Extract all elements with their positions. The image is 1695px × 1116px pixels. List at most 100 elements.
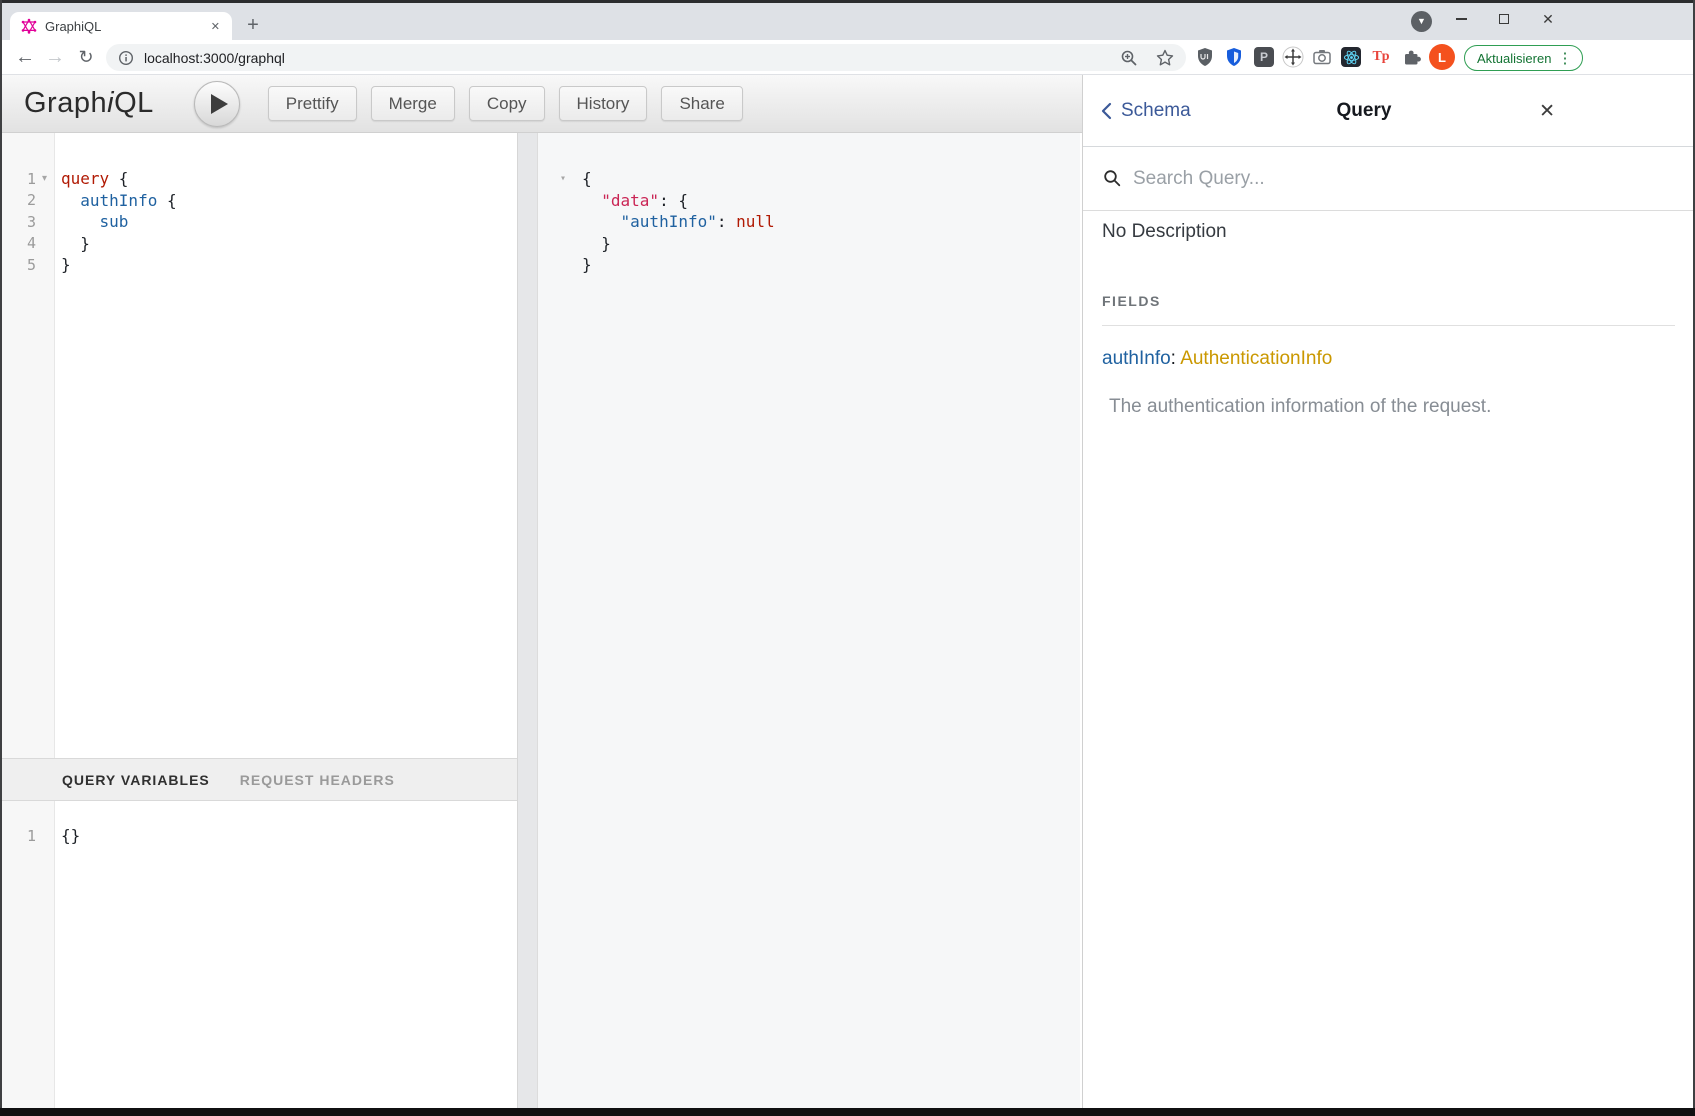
tab-query-variables[interactable]: QUERY VARIABLES	[62, 772, 210, 788]
doc-field-name[interactable]: authInfo	[1102, 348, 1171, 369]
move-extension-icon[interactable]	[1280, 40, 1306, 74]
gutter-row: 4	[0, 233, 54, 255]
share-button[interactable]: Share	[661, 86, 742, 121]
code-token: {	[582, 169, 592, 188]
code-token: {}	[61, 826, 80, 845]
fold-arrow-icon[interactable]: ▾	[560, 168, 566, 190]
result-line: ▾{	[538, 168, 1080, 190]
code-token: }	[582, 234, 611, 253]
window-edge	[0, 1108, 1695, 1116]
history-button[interactable]: History	[559, 86, 648, 121]
window-edge	[0, 0, 1695, 3]
gutter-row: 1	[0, 825, 54, 847]
doc-fields-header: FIELDS	[1102, 293, 1675, 326]
update-button[interactable]: Aktualisieren ⋮	[1464, 45, 1583, 71]
line-number: 2	[0, 191, 36, 209]
code-line: {}	[61, 825, 517, 847]
zoom-icon[interactable]	[1120, 49, 1138, 67]
url-text: localhost:3000/graphql	[144, 50, 1120, 66]
code-token: : {	[659, 191, 688, 210]
browser-tab[interactable]: GraphiQL ✕	[10, 12, 232, 40]
extensions-puzzle-icon[interactable]	[1398, 40, 1424, 74]
result-viewer[interactable]: ▾{ "data": { "authInfo": null }}	[538, 133, 1082, 1108]
code-token: "authInfo"	[621, 212, 717, 231]
bookmark-star-icon[interactable]	[1156, 49, 1174, 67]
code-token	[582, 212, 621, 231]
query-editor-gutter: 1▾2 3 45	[0, 133, 55, 758]
back-icon[interactable]: ←	[12, 40, 38, 74]
close-icon: ✕	[1539, 100, 1555, 123]
variables-editor-gutter: 1	[0, 801, 55, 1108]
code-token: {	[109, 169, 128, 188]
fold-arrow-icon[interactable]: ▾	[36, 174, 53, 184]
variable-editor-tabs: QUERY VARIABLES REQUEST HEADERS	[0, 758, 517, 801]
execute-button[interactable]	[194, 81, 240, 127]
code-token: {	[157, 191, 176, 210]
code-token: }	[582, 255, 592, 274]
doc-field-description: The authentication information of the re…	[1102, 396, 1675, 418]
tab-request-headers[interactable]: REQUEST HEADERS	[240, 772, 395, 788]
maximize-button[interactable]	[1484, 4, 1524, 34]
doc-field-type-link[interactable]: AuthenticationInfo	[1180, 348, 1332, 369]
result-line: "authInfo": null	[538, 211, 1080, 233]
browser-window: GraphiQL ✕ + ▼ ✕ ← → ↻ localhost:3000/gr…	[0, 0, 1695, 1116]
ublock-extension-icon[interactable]	[1192, 40, 1218, 74]
p-extension-icon[interactable]: P	[1251, 40, 1277, 74]
doc-explorer-header: Schema Query ✕	[1083, 75, 1695, 147]
tp-extension-icon[interactable]: Tp	[1368, 40, 1394, 74]
doc-explorer: Schema Query ✕ No Description FIELDS aut…	[1082, 75, 1695, 1108]
minimize-button[interactable]	[1441, 4, 1481, 34]
code-token: }	[61, 234, 90, 253]
code-token: "data"	[601, 191, 659, 210]
site-info-icon[interactable]	[118, 50, 134, 66]
merge-button[interactable]: Merge	[371, 86, 455, 121]
new-tab-button[interactable]: +	[240, 13, 266, 39]
forward-icon[interactable]: →	[42, 40, 68, 74]
result-line: "data": {	[538, 190, 1080, 212]
result-line: }	[538, 233, 1080, 255]
gutter-row: 5	[0, 254, 54, 276]
camera-extension-icon[interactable]	[1309, 40, 1335, 74]
line-number: 3	[0, 213, 36, 231]
profile-avatar[interactable]: L	[1427, 40, 1457, 74]
code-token: :	[717, 212, 736, 231]
copy-button[interactable]: Copy	[469, 86, 545, 121]
code-line: }	[61, 233, 517, 255]
editor-divider[interactable]	[517, 133, 538, 1108]
graphiql-topbar: GraphiQL Prettify Merge Copy History Sha…	[0, 75, 1082, 133]
code-token: authInfo	[80, 191, 157, 210]
react-devtools-icon[interactable]	[1338, 40, 1364, 74]
code-line: }	[61, 254, 517, 276]
reload-icon[interactable]: ↻	[73, 40, 99, 74]
line-number: 1	[0, 170, 36, 188]
code-line: query {	[61, 168, 517, 190]
tab-title: GraphiQL	[45, 19, 207, 34]
doc-search-row	[1083, 147, 1695, 211]
line-number: 1	[0, 827, 36, 845]
browser-menu-icon[interactable]: ⋮	[1551, 49, 1578, 67]
chevron-down-badge-icon[interactable]: ▼	[1411, 11, 1432, 32]
search-icon	[1103, 169, 1122, 188]
query-editor[interactable]: 1▾2 3 45 query { authInfo { sub }}	[0, 133, 517, 758]
code-token	[61, 212, 100, 231]
variables-editor[interactable]: 1 {}	[0, 801, 517, 1108]
doc-close-button[interactable]: ✕	[1539, 75, 1555, 147]
gutter-row: 2	[0, 190, 54, 212]
window-close-button[interactable]: ✕	[1528, 4, 1568, 34]
doc-no-description: No Description	[1102, 221, 1675, 243]
line-number: 5	[0, 256, 36, 274]
doc-title: Query	[1083, 75, 1645, 147]
code-token: sub	[100, 212, 129, 231]
tab-close-icon[interactable]: ✕	[207, 18, 224, 35]
code-line: authInfo {	[61, 190, 517, 212]
prettify-button[interactable]: Prettify	[268, 86, 357, 121]
graphiql-app: GraphiQL Prettify Merge Copy History Sha…	[0, 75, 1695, 1108]
doc-search-input[interactable]	[1133, 168, 1553, 190]
address-bar[interactable]: localhost:3000/graphql	[106, 44, 1186, 71]
bitwarden-extension-icon[interactable]	[1221, 40, 1247, 74]
code-token	[61, 191, 80, 210]
code-line: sub	[61, 211, 517, 233]
browser-titlebar: GraphiQL ✕ + ▼ ✕	[0, 0, 1695, 40]
code-token: }	[61, 255, 71, 274]
graphiql-logo: GraphiQL	[24, 87, 154, 120]
